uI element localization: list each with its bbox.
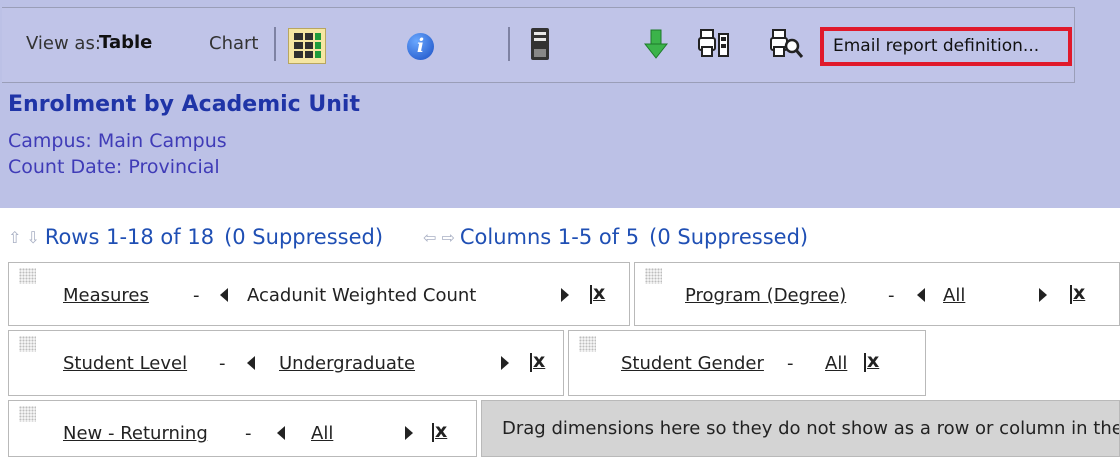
report-campus: Campus: Main Campus xyxy=(8,130,227,152)
rows-suppressed: (0 Suppressed) xyxy=(224,225,384,249)
previous-value-icon[interactable] xyxy=(247,356,255,370)
dimension-name[interactable]: Student Level xyxy=(63,353,187,374)
next-value-icon[interactable] xyxy=(501,356,509,370)
next-value-icon[interactable] xyxy=(561,288,569,302)
drag-handle-icon[interactable] xyxy=(19,406,36,422)
dimension-value[interactable]: All xyxy=(311,423,333,444)
rows-range: Rows 1-18 of 18 xyxy=(44,225,215,249)
dimension-name[interactable]: New - Returning xyxy=(63,423,208,444)
dimension-separator: - xyxy=(193,285,200,306)
next-value-icon[interactable] xyxy=(1039,288,1047,302)
view-table-option[interactable]: Table xyxy=(99,32,152,53)
view-as-label: View as: xyxy=(26,33,101,54)
remove-dimension-icon[interactable]: x xyxy=(529,350,545,372)
dimension-name[interactable]: Measures xyxy=(63,285,149,306)
view-chart-option[interactable]: Chart xyxy=(209,33,258,54)
dimension-separator: - xyxy=(219,353,226,374)
columns-suppressed: (0 Suppressed) xyxy=(649,225,809,249)
email-report-definition-button[interactable]: Email report definition... xyxy=(820,27,1072,66)
report-title: Enrolment by Academic Unit xyxy=(8,92,360,117)
dimension-separator: - xyxy=(245,423,252,444)
remove-dimension-icon[interactable]: x xyxy=(1069,282,1085,304)
remove-dimension-icon[interactable]: x xyxy=(589,282,605,304)
remove-dimension-icon[interactable]: x xyxy=(863,350,879,372)
remove-dimension-icon[interactable]: x xyxy=(431,420,447,442)
drag-handle-icon[interactable] xyxy=(19,268,36,284)
dimension-panel-student-gender: Student Gender - All x xyxy=(568,330,926,396)
toolbar-separator xyxy=(508,27,510,61)
columns-range: Columns 1-5 of 5 xyxy=(459,225,640,249)
info-icon[interactable]: i xyxy=(407,33,434,60)
dimension-panel-measures: Measures - Acadunit Weighted Count x xyxy=(8,262,630,326)
pagination-row: ⇧ ⇩ Rows 1-18 of 18 (0 Suppressed) ⇦ ⇨ C… xyxy=(8,225,808,249)
rows-down-arrow-icon[interactable]: ⇩ xyxy=(26,228,39,247)
dimension-drop-zone[interactable]: Drag dimensions here so they do not show… xyxy=(481,400,1120,457)
print-setup-icon[interactable] xyxy=(698,28,730,64)
dimension-name[interactable]: Program (Degree) xyxy=(685,285,846,306)
print-preview-icon[interactable] xyxy=(770,28,804,64)
report-header: View as: Table Chart i Email report defi… xyxy=(0,0,1120,208)
previous-value-icon[interactable] xyxy=(917,288,925,302)
previous-value-icon[interactable] xyxy=(220,288,228,302)
previous-value-icon[interactable] xyxy=(277,426,285,440)
dimension-separator: - xyxy=(888,285,895,306)
dimension-panel-new-returning: New - Returning - All x xyxy=(8,400,477,457)
drag-handle-icon[interactable] xyxy=(19,336,36,352)
grid-table-icon[interactable] xyxy=(288,28,326,64)
columns-right-arrow-icon[interactable]: ⇨ xyxy=(441,228,454,247)
dimension-panel-program: Program (Degree) - All x xyxy=(634,262,1120,326)
download-arrow-icon[interactable] xyxy=(643,28,669,64)
dimension-value: Acadunit Weighted Count xyxy=(247,285,477,306)
dimension-separator: - xyxy=(787,353,794,374)
dimension-value[interactable]: Undergraduate xyxy=(279,353,415,374)
report-count-date: Count Date: Provincial xyxy=(8,156,220,178)
toolbar: View as: Table Chart i Email report defi… xyxy=(2,7,1075,83)
columns-left-arrow-icon[interactable]: ⇦ xyxy=(423,228,436,247)
drag-handle-icon[interactable] xyxy=(645,268,662,284)
toolbar-separator xyxy=(274,27,276,61)
save-icon[interactable] xyxy=(530,27,550,65)
dimension-value[interactable]: All xyxy=(943,285,965,306)
next-value-icon[interactable] xyxy=(405,426,413,440)
dimension-panel-student-level: Student Level - Undergraduate x xyxy=(8,330,564,396)
drag-handle-icon[interactable] xyxy=(579,336,596,352)
dimension-name[interactable]: Student Gender xyxy=(621,353,764,374)
rows-up-arrow-icon[interactable]: ⇧ xyxy=(8,228,21,247)
dimension-value[interactable]: All xyxy=(825,353,847,374)
